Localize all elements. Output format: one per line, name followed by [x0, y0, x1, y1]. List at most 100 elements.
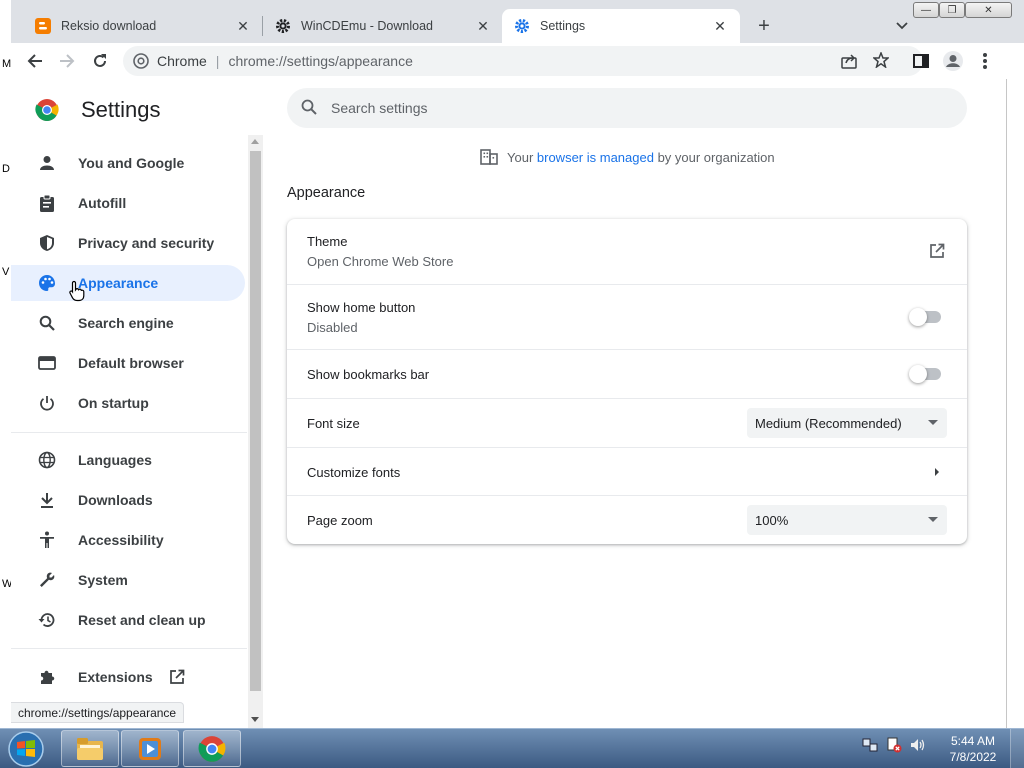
address-bar[interactable]: Chrome | chrome://settings/appearance [123, 46, 923, 76]
row-sublabel: Open Chrome Web Store [307, 254, 454, 269]
bookmarks-bar-toggle[interactable] [909, 365, 943, 383]
home-button-toggle[interactable] [909, 308, 943, 326]
show-home-button-row[interactable]: Show home button Disabled [287, 284, 967, 349]
restore-icon [37, 610, 57, 630]
sidebar-item-appearance[interactable]: Appearance [11, 265, 245, 301]
sidebar-item-privacy-and-security[interactable]: Privacy and security [11, 225, 245, 261]
search-input[interactable] [331, 100, 891, 116]
sidebar-item-system[interactable]: System [11, 562, 245, 598]
download-icon [37, 490, 57, 510]
kebab-menu-icon [983, 53, 987, 69]
settings-gear-icon [514, 18, 530, 34]
chevron-right-icon [935, 468, 939, 476]
page-title: Settings [81, 97, 161, 122]
strip-letter: M [2, 58, 12, 70]
taskbar-explorer[interactable] [61, 730, 119, 767]
sidebar-item-search-engine[interactable]: Search engine [11, 305, 245, 341]
managed-notice: Your browser is managed by your organiza… [480, 149, 775, 165]
avatar-icon [943, 51, 963, 71]
sidebar-item-downloads[interactable]: Downloads [11, 482, 245, 518]
start-button[interactable] [6, 730, 46, 768]
sidebar-item-autofill[interactable]: Autofill [11, 185, 245, 221]
page-zoom-select[interactable]: 100% [747, 505, 947, 535]
action-center-icon[interactable] [886, 737, 902, 756]
show-bookmarks-bar-row[interactable]: Show bookmarks bar [287, 349, 967, 398]
star-icon[interactable] [872, 50, 890, 71]
theme-row[interactable]: Theme Open Chrome Web Store [287, 219, 967, 284]
tab-reksio[interactable]: Reksio download ✕ [23, 9, 263, 43]
tab-settings[interactable]: Settings ✕ [502, 9, 740, 43]
tab-wincdemu[interactable]: WinCDEmu - Download ✕ [263, 9, 503, 43]
taskbar-chrome[interactable] [183, 730, 241, 767]
sidebar-item-label: Privacy and security [78, 235, 215, 251]
managed-link[interactable]: browser is managed [537, 150, 654, 165]
sidebar-item-on-startup[interactable]: On startup [11, 385, 245, 421]
font-size-row: Font size Medium (Recommended) [287, 398, 967, 447]
select-value: 100% [755, 512, 789, 528]
taskbar-media-player[interactable] [121, 730, 179, 767]
reload-icon [94, 54, 106, 67]
managed-text-post: by your organization [653, 149, 775, 165]
volume-icon[interactable] [910, 737, 926, 756]
sidebar-item-extensions[interactable]: Extensions [11, 659, 245, 695]
sidebar-scrollbar[interactable] [248, 135, 263, 728]
reload-button[interactable] [87, 48, 113, 74]
back-button[interactable] [22, 48, 48, 74]
row-label: Customize fonts [307, 465, 401, 480]
omnibox-divider: | [215, 53, 220, 69]
menu-button[interactable] [972, 48, 998, 74]
new-tab-button[interactable]: + [752, 14, 776, 38]
forward-button[interactable] [54, 48, 80, 74]
minimize-button[interactable]: — [913, 2, 939, 18]
sidebar-item-accessibility[interactable]: Accessibility [11, 522, 245, 558]
sidebar-item-reset-and-clean-up[interactable]: Reset and clean up [11, 602, 245, 638]
strip-letter: D [2, 163, 10, 175]
browser-window-icon [37, 353, 57, 373]
media-player-icon [139, 737, 161, 760]
settings-main: Your browser is managed by your organiza… [287, 79, 969, 728]
clock-time: 5:44 AM [950, 734, 996, 748]
sidebar-item-label: Reset and clean up [78, 612, 206, 628]
chrome-icon [198, 735, 226, 762]
sidebar-item-label: On startup [78, 395, 149, 411]
share-icon[interactable] [841, 53, 857, 72]
chevron-down-icon [896, 22, 908, 30]
content-edge [1006, 79, 1007, 728]
taskbar-clock[interactable]: 5:44 AM 7/8/2022 [942, 733, 1004, 765]
sidebar-item-default-browser[interactable]: Default browser [11, 345, 245, 381]
palette-icon [37, 273, 57, 293]
search-settings[interactable] [287, 88, 967, 128]
maximize-button[interactable]: ❐ [939, 2, 965, 18]
sidebar-item-languages[interactable]: Languages [11, 442, 245, 478]
scroll-up-arrow[interactable] [251, 139, 259, 144]
select-value: Medium (Recommended) [755, 415, 902, 431]
page-zoom-row: Page zoom 100% [287, 495, 967, 544]
external-link-icon [169, 669, 185, 685]
appearance-card: Theme Open Chrome Web Store Show home bu… [287, 219, 967, 544]
tab-search-button[interactable] [890, 14, 914, 38]
tab-strip: Reksio download ✕ WinCDEmu - Download ✕ … [11, 0, 1024, 43]
external-link-icon[interactable] [929, 243, 945, 262]
customize-fonts-row[interactable]: Customize fonts [287, 447, 967, 495]
forward-arrow-icon [60, 54, 75, 68]
row-label: Theme [307, 234, 348, 249]
close-icon[interactable]: ✕ [475, 18, 491, 34]
close-icon[interactable]: ✕ [235, 18, 251, 34]
shield-icon [37, 233, 57, 253]
clock-date: 7/8/2022 [949, 750, 997, 764]
side-panel-icon [913, 54, 929, 68]
puzzle-icon [37, 667, 57, 687]
window-close-button[interactable]: ✕ [965, 2, 1012, 18]
gear-icon [275, 18, 291, 34]
chrome-icon [133, 53, 149, 69]
side-panel-button[interactable] [908, 48, 934, 74]
font-size-select[interactable]: Medium (Recommended) [747, 408, 947, 438]
scroll-down-arrow[interactable] [251, 717, 259, 722]
sidebar-item-you-and-google[interactable]: You and Google [11, 145, 245, 181]
show-desktop-button[interactable] [1010, 729, 1024, 768]
network-icon[interactable] [862, 737, 878, 756]
profile-button[interactable] [940, 48, 966, 74]
scroll-thumb[interactable] [250, 151, 261, 691]
close-icon[interactable]: ✕ [712, 18, 728, 34]
strip-letter: V [2, 266, 10, 278]
